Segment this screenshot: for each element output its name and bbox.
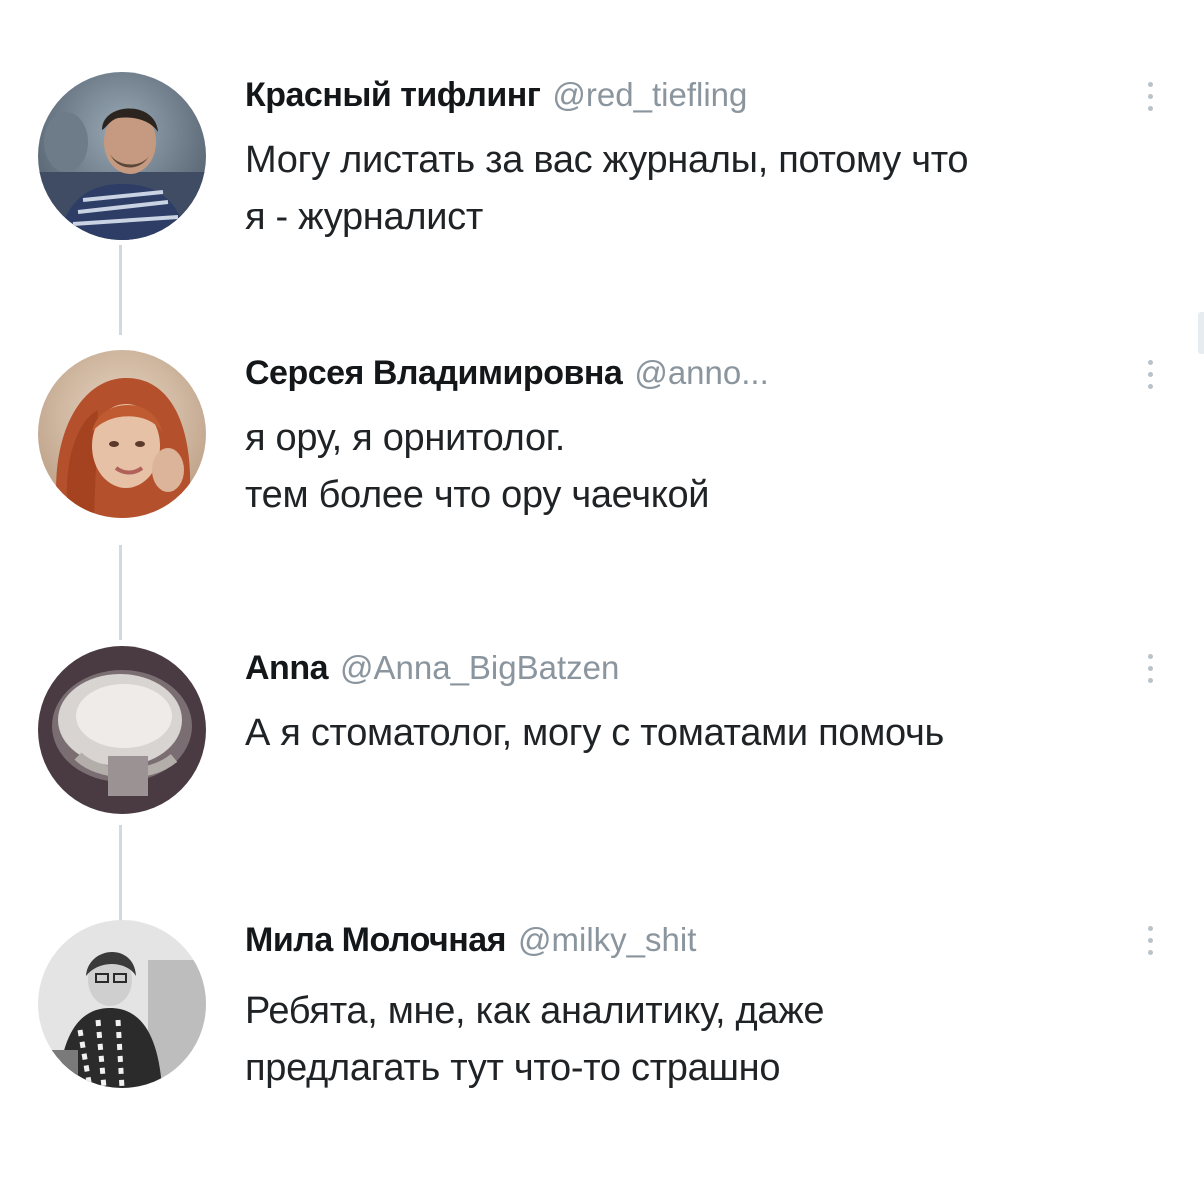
tweet-header: Anna @Anna_BigBatzen <box>245 648 619 688</box>
tweet-text-line: Могу листать за вас журналы, потому что <box>245 139 969 181</box>
tweet-text-line: я ору, я орнитолог. <box>245 417 565 459</box>
author-name[interactable]: Anna <box>245 649 329 687</box>
author-handle[interactable]: @Anna_BigBatzen <box>340 649 619 686</box>
tweet-text: Ребята, мне, как аналитику, даже предлаг… <box>245 983 1175 1097</box>
more-vertical-icon[interactable] <box>1138 920 1162 960</box>
person-avatar-photo-bw <box>38 920 206 1088</box>
tweet-text-line: Ребята, мне, как аналитику, даже <box>245 990 825 1032</box>
author-name[interactable]: Мила Молочная <box>245 921 507 959</box>
author-handle[interactable]: @anno... <box>634 354 768 391</box>
tweet-text-line: тем более что ору чаечкой <box>245 474 710 516</box>
author-name[interactable]: Красный тифлинг <box>245 76 541 114</box>
thread-connector-line <box>119 825 122 925</box>
more-vertical-icon[interactable] <box>1138 648 1162 688</box>
tweet-text-line: предлагать тут что-то страшно <box>245 1047 781 1089</box>
tweet-header: Красный тифлинг @red_tiefling <box>245 75 747 115</box>
more-vertical-icon[interactable] <box>1138 354 1162 394</box>
thread-connector-line <box>119 545 122 640</box>
tweet-text: А я стоматолог, могу с томатами помочь <box>245 705 1175 762</box>
avatar[interactable] <box>38 646 206 814</box>
avatar[interactable] <box>38 350 206 518</box>
avatar[interactable] <box>38 920 206 1088</box>
xray-skull-avatar <box>38 646 206 814</box>
author-name[interactable]: Серсея Владимировна <box>245 354 623 392</box>
tweet-text: Могу листать за вас журналы, потому что … <box>245 132 1175 246</box>
avatar[interactable] <box>38 72 206 240</box>
tweet-text-line: А я стоматолог, могу с томатами помочь <box>245 712 945 754</box>
author-handle[interactable]: @milky_shit <box>518 921 696 958</box>
person-avatar-photo <box>38 350 206 518</box>
person-avatar-photo <box>38 72 206 240</box>
thread-connector-line <box>119 245 122 335</box>
tweet-header: Серсея Владимировна @anno... <box>245 353 769 393</box>
scroll-edge-indicator <box>1198 312 1204 354</box>
tweet-thread: Красный тифлинг @red_tiefling Могу листат… <box>0 0 1204 1200</box>
tweet-text: я ору, я орнитолог. тем более что ору ча… <box>245 410 1175 524</box>
tweet-header: Мила Молочная @milky_shit <box>245 920 696 960</box>
more-vertical-icon[interactable] <box>1138 76 1162 116</box>
tweet-text-line: я - журналист <box>245 196 483 238</box>
author-handle[interactable]: @red_tiefling <box>552 76 747 113</box>
